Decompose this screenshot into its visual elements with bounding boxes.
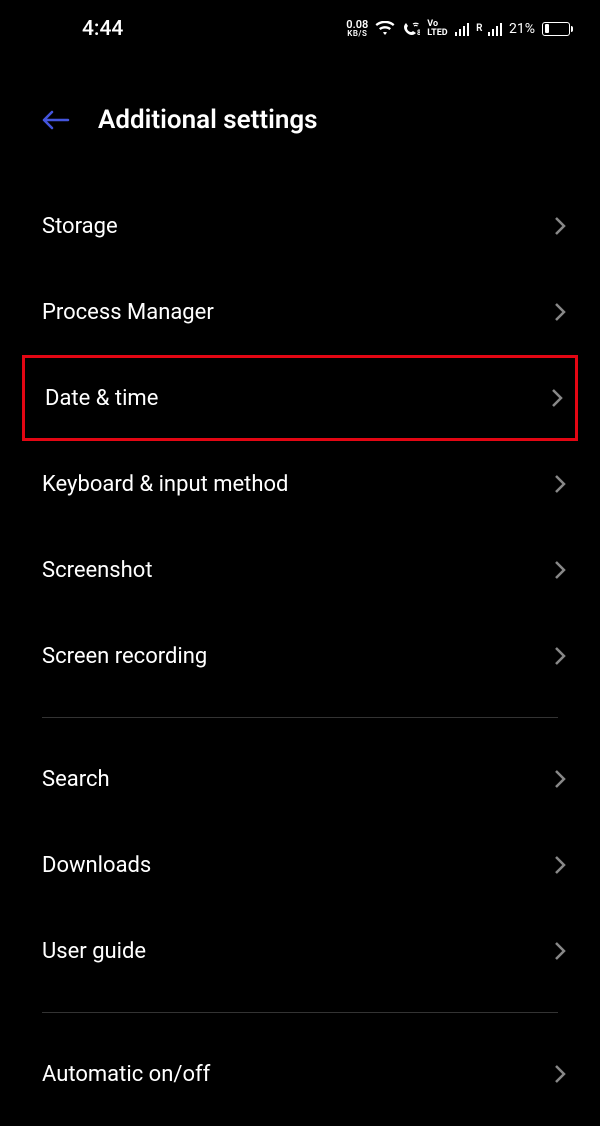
wifi-icon bbox=[375, 21, 395, 37]
chevron-right-icon bbox=[554, 941, 566, 961]
chevron-right-icon bbox=[554, 769, 566, 789]
settings-label: Storage bbox=[42, 214, 118, 239]
settings-label: Downloads bbox=[42, 853, 151, 878]
chevron-right-icon bbox=[554, 560, 566, 580]
settings-label: Search bbox=[42, 767, 110, 792]
battery-icon bbox=[542, 22, 570, 36]
status-time: 4:44 bbox=[82, 17, 123, 41]
settings-label: Process Manager bbox=[42, 300, 214, 325]
page-title: Additional settings bbox=[98, 105, 318, 135]
data-speed-indicator: 0.08 KB/S bbox=[346, 19, 368, 38]
settings-label: Screenshot bbox=[42, 558, 153, 583]
status-bar: 4:44 0.08 KB/S 8 Vo LTED R bbox=[0, 0, 600, 55]
settings-label: Keyboard & input method bbox=[42, 472, 288, 497]
settings-item-automatic-on-off[interactable]: Automatic on/off bbox=[0, 1031, 600, 1117]
chevron-right-icon bbox=[551, 388, 563, 408]
settings-item-storage[interactable]: Storage bbox=[0, 183, 600, 269]
signal-icon-1 bbox=[455, 22, 470, 36]
chevron-right-icon bbox=[554, 1064, 566, 1084]
settings-item-date-time[interactable]: Date & time bbox=[22, 355, 578, 441]
chevron-right-icon bbox=[554, 302, 566, 322]
battery-percentage: 21% bbox=[509, 21, 535, 37]
settings-item-user-guide[interactable]: User guide bbox=[0, 908, 600, 994]
wifi-calling-icon: 8 bbox=[402, 21, 420, 37]
settings-item-screen-recording[interactable]: Screen recording bbox=[0, 613, 600, 699]
chevron-right-icon bbox=[554, 216, 566, 236]
data-speed-unit: KB/S bbox=[347, 30, 367, 38]
settings-item-downloads[interactable]: Downloads bbox=[0, 822, 600, 908]
svg-text:8: 8 bbox=[417, 29, 420, 37]
status-right: 0.08 KB/S 8 Vo LTED R 21% bbox=[346, 19, 570, 38]
header: Additional settings bbox=[0, 55, 600, 165]
settings-list: Storage Process Manager Date & time Keyb… bbox=[0, 165, 600, 1117]
chevron-right-icon bbox=[554, 855, 566, 875]
settings-item-screenshot[interactable]: Screenshot bbox=[0, 527, 600, 613]
settings-label: User guide bbox=[42, 939, 146, 964]
divider bbox=[42, 1012, 558, 1013]
settings-item-keyboard-input[interactable]: Keyboard & input method bbox=[0, 441, 600, 527]
divider bbox=[42, 717, 558, 718]
settings-label: Screen recording bbox=[42, 644, 207, 669]
settings-item-search[interactable]: Search bbox=[0, 736, 600, 822]
settings-label: Date & time bbox=[45, 386, 158, 411]
settings-item-process-manager[interactable]: Process Manager bbox=[0, 269, 600, 355]
roaming-label: R bbox=[476, 23, 482, 34]
back-arrow-icon[interactable] bbox=[42, 110, 70, 130]
volte-indicator: Vo LTED bbox=[427, 20, 447, 36]
chevron-right-icon bbox=[554, 474, 566, 494]
volte-bottom: LTED bbox=[427, 29, 447, 37]
chevron-right-icon bbox=[554, 646, 566, 666]
settings-label: Automatic on/off bbox=[42, 1062, 210, 1087]
signal-icon-2 bbox=[488, 22, 503, 36]
